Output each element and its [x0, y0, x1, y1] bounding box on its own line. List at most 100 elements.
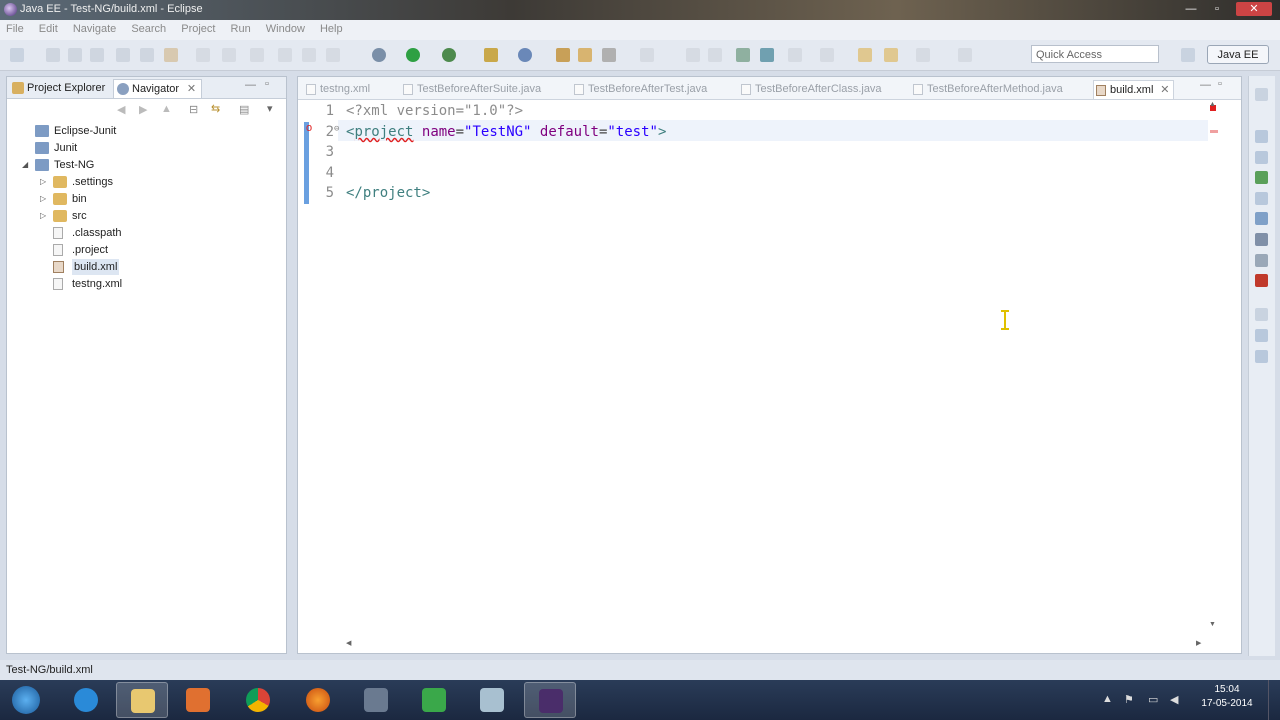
sync-icon[interactable] — [760, 48, 774, 62]
console-icon[interactable] — [1255, 329, 1268, 342]
collapsed-triangle-icon[interactable]: ▷ — [40, 174, 50, 190]
restore-icon[interactable] — [1255, 88, 1268, 101]
prev-annotation-icon[interactable] — [640, 48, 654, 62]
tools-icon[interactable] — [116, 48, 130, 62]
show-hidden-icons-icon[interactable]: ▲ — [1102, 693, 1113, 705]
flag-icon[interactable]: ⚑ — [1124, 693, 1134, 706]
taskbar-firefox[interactable] — [292, 682, 344, 718]
menu-file[interactable]: File — [0, 20, 30, 35]
data-source-icon[interactable] — [1255, 233, 1268, 246]
run-icon[interactable] — [406, 48, 420, 62]
redo-icon[interactable] — [222, 48, 236, 62]
restore-2-icon[interactable] — [1255, 308, 1268, 321]
toggle-mark-icon[interactable] — [686, 48, 700, 62]
code-editor[interactable]: o 1 2 ⊖ 3 4 5 <?xml version="1.0"?> <pro… — [298, 101, 1208, 636]
external-tool-run-icon[interactable] — [484, 48, 498, 62]
maximize-editor-icon[interactable]: ▫ — [1218, 78, 1222, 90]
debug-icon[interactable] — [372, 48, 386, 62]
taskbar-media-player[interactable] — [172, 682, 224, 718]
up-icon[interactable]: ▲ — [161, 103, 172, 115]
tab-navigator[interactable]: Navigator ✕ — [113, 79, 203, 98]
link-editor-icon[interactable]: ⇆ — [211, 102, 220, 115]
fold-icon[interactable]: ⊖ — [334, 124, 339, 134]
coverage-icon[interactable] — [442, 48, 456, 62]
close-button[interactable]: ✕ — [1236, 2, 1272, 16]
taskbar-virtualbox[interactable] — [350, 682, 402, 718]
menu-window[interactable]: Window — [260, 20, 311, 35]
tab-testbeforeaftermethod[interactable]: TestBeforeAfterMethod.java — [911, 80, 1063, 98]
scroll-right-icon[interactable]: ▶ — [1196, 639, 1201, 647]
problems-icon[interactable] — [1255, 350, 1268, 363]
network-icon[interactable]: ▭ — [1148, 693, 1158, 706]
filter-icon[interactable]: ▤ — [239, 103, 249, 116]
search-tool-icon[interactable] — [602, 48, 616, 62]
save-all-icon[interactable] — [68, 48, 82, 62]
volume-icon[interactable]: ◀ — [1170, 693, 1178, 706]
taskbar-internet-explorer[interactable] — [60, 682, 112, 718]
forward-icon[interactable] — [884, 48, 898, 62]
show-desktop-button[interactable] — [1268, 680, 1280, 720]
stop-icon[interactable] — [326, 48, 340, 62]
undo-icon[interactable] — [196, 48, 210, 62]
menu-edit[interactable]: Edit — [33, 20, 64, 35]
perspective-java-ee-button[interactable]: Java EE — [1207, 45, 1269, 64]
server-icon[interactable] — [736, 48, 750, 62]
open-folder-icon[interactable] — [578, 48, 592, 62]
menu-project[interactable]: Project — [175, 20, 221, 35]
open-type-icon[interactable] — [556, 48, 570, 62]
taskbar-chrome[interactable] — [232, 682, 284, 718]
external-tools-icon[interactable] — [140, 48, 154, 62]
tab-build-xml[interactable]: build.xml ✕ — [1093, 80, 1175, 99]
horizontal-scrollbar[interactable]: ◀ ▶ — [346, 639, 1206, 649]
tab-project-explorer[interactable]: Project Explorer — [9, 79, 109, 97]
back-arrow-icon[interactable]: ◀ — [117, 103, 125, 116]
scroll-down-icon[interactable]: ▼ — [1209, 621, 1216, 628]
system-clock[interactable]: 15:04 17-05-2014 — [1192, 683, 1262, 711]
step-icon[interactable] — [278, 48, 292, 62]
taskbar-spreadsheet[interactable] — [408, 682, 460, 718]
menu-help[interactable]: Help — [314, 20, 349, 35]
task-list-icon[interactable] — [1255, 151, 1268, 164]
scroll-left-icon[interactable]: ◀ — [346, 639, 351, 647]
print-icon[interactable] — [90, 48, 104, 62]
taskbar-notes[interactable] — [466, 682, 518, 718]
scroll-up-icon[interactable]: ▲ — [1209, 101, 1216, 108]
last-edit-icon[interactable] — [820, 48, 834, 62]
pin-icon[interactable] — [916, 48, 930, 62]
menu-run[interactable]: Run — [225, 20, 257, 35]
next-edit-icon[interactable] — [788, 48, 802, 62]
view-menu-icon[interactable]: ▾ — [267, 102, 273, 115]
taskbar-eclipse[interactable] — [524, 682, 576, 718]
tab-testbeforeaftertest[interactable]: TestBeforeAfterTest.java — [572, 80, 707, 98]
new-icon[interactable] — [10, 48, 24, 62]
junit-icon[interactable] — [1255, 254, 1268, 267]
minimize-editor-icon[interactable]: — — [1200, 79, 1211, 91]
outline-icon[interactable] — [1255, 130, 1268, 143]
close-tab-icon[interactable]: ✕ — [1160, 81, 1169, 99]
terminal-icon[interactable] — [250, 48, 264, 62]
minimize-button[interactable]: — — [1180, 2, 1202, 16]
testng-icon[interactable] — [1255, 274, 1268, 287]
minimize-view-icon[interactable]: — — [245, 79, 256, 91]
wizard-icon[interactable] — [164, 48, 178, 62]
vertical-scrollbar[interactable]: ▲ ▼ — [1208, 101, 1218, 631]
maximize-view-icon[interactable]: ▫ — [265, 78, 269, 90]
menu-navigate[interactable]: Navigate — [67, 20, 122, 35]
maximize-button[interactable]: ▫ — [1206, 2, 1228, 16]
collapse-all-icon[interactable]: ⊟ — [189, 103, 198, 116]
tab-testng-xml[interactable]: testng.xml — [304, 80, 370, 98]
toolbar-extra-icon[interactable] — [958, 48, 972, 62]
collapsed-triangle-icon[interactable]: ▷ — [40, 208, 50, 224]
close-tab-icon[interactable]: ✕ — [187, 80, 196, 98]
new-java-icon[interactable] — [518, 48, 532, 62]
toggle-block-icon[interactable] — [708, 48, 722, 62]
collapsed-triangle-icon[interactable]: ▷ — [40, 191, 50, 207]
tab-testbeforeafterclass[interactable]: TestBeforeAfterClass.java — [739, 80, 882, 98]
taskbar-file-explorer[interactable] — [116, 682, 168, 718]
pause-icon[interactable] — [302, 48, 316, 62]
quick-access-input[interactable]: Quick Access — [1031, 45, 1159, 63]
tab-testbeforeaftersuite[interactable]: TestBeforeAfterSuite.java — [401, 80, 541, 98]
start-button[interactable] — [2, 682, 50, 718]
save-icon[interactable] — [46, 48, 60, 62]
menu-search[interactable]: Search — [125, 20, 172, 35]
